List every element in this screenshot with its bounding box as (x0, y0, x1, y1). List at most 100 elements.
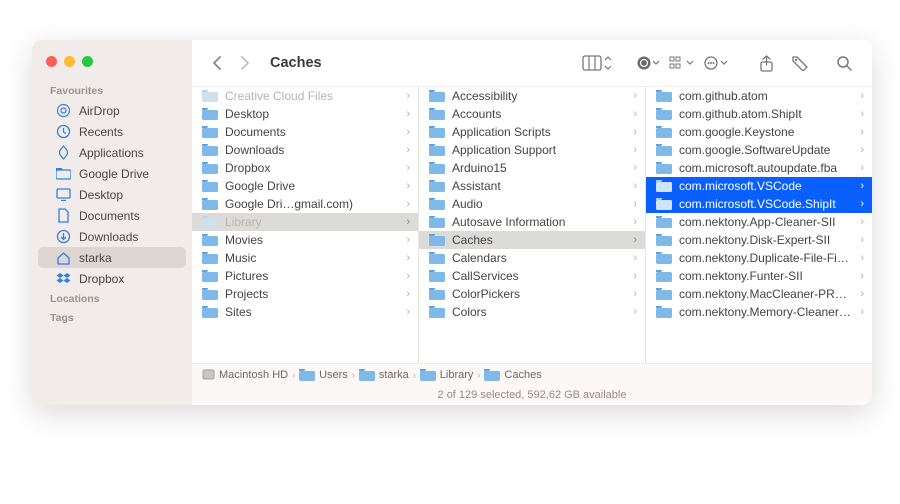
folder-row[interactable]: Pictures› (192, 267, 418, 285)
folder-label: com.google.Keystone (679, 125, 853, 139)
folder-row[interactable]: Downloads› (192, 141, 418, 159)
sidebar: FavouritesAirDropRecentsApplicationsGoog… (32, 40, 192, 405)
folder-row[interactable]: com.nektony.App-Cleaner-SII› (646, 213, 872, 231)
folder-row[interactable]: ColorPickers› (419, 285, 645, 303)
share-button[interactable] (752, 51, 780, 75)
sidebar-item-label: starka (79, 251, 112, 265)
sidebar-item[interactable]: Documents (38, 205, 186, 226)
sidebar-item[interactable]: Downloads (38, 226, 186, 247)
folder-label: Creative Cloud Files (225, 89, 399, 103)
folder-row[interactable]: Audio › (419, 195, 645, 213)
chevron-right-icon: › (633, 90, 637, 102)
folder-row[interactable]: com.nektony.Disk-Expert-SII› (646, 231, 872, 249)
maximize-button[interactable] (82, 56, 93, 67)
chevron-right-icon: › (477, 370, 480, 380)
folder-row[interactable]: Movies› (192, 231, 418, 249)
folder-row[interactable]: CallServices› (419, 267, 645, 285)
chevron-right-icon: › (633, 126, 637, 138)
sidebar-item[interactable]: Recents (38, 121, 186, 142)
download-icon (56, 229, 71, 244)
folder-row[interactable]: Caches› (419, 231, 645, 249)
path-bar[interactable]: Macintosh HD›Users›starka›Library›Caches (192, 363, 872, 385)
path-segment[interactable]: Library (420, 369, 474, 381)
folder-row[interactable]: Desktop› (192, 105, 418, 123)
sidebar-section-label: Locations (32, 289, 192, 308)
sidebar-item[interactable]: AirDrop (38, 100, 186, 121)
chevron-right-icon: › (292, 370, 295, 380)
folder-row[interactable]: Application Support› (419, 141, 645, 159)
sidebar-section-label: Tags (32, 308, 192, 327)
folder-row[interactable]: Accessibility› (419, 87, 645, 105)
folder-row[interactable]: Autosave Information› (419, 213, 645, 231)
folder-row[interactable]: com.nektony.Memory-Cleaner-SII› (646, 303, 872, 321)
path-label: Library (440, 369, 474, 381)
column[interactable]: Creative Cloud Files›Desktop›Documents›D… (192, 87, 419, 363)
folder-label: Colors (452, 305, 626, 319)
path-segment[interactable]: Users (299, 369, 348, 381)
folder-label: Arduino15 (452, 161, 626, 175)
folder-row[interactable]: Assistant› (419, 177, 645, 195)
folder-label: com.microsoft.autoupdate.fba (679, 161, 853, 175)
sidebar-item-label: AirDrop (79, 104, 120, 118)
doc-icon (56, 208, 71, 223)
path-label: Macintosh HD (219, 369, 288, 381)
sidebar-item[interactable]: Google Drive (38, 163, 186, 184)
sidebar-item[interactable]: Desktop (38, 184, 186, 205)
sidebar-item[interactable]: starka (38, 247, 186, 268)
forward-button[interactable] (234, 52, 256, 74)
folder-row[interactable]: com.nektony.Duplicate-File-Finder-SII› (646, 249, 872, 267)
folder-row[interactable]: com.microsoft.VSCode.ShipIt› (646, 195, 872, 213)
folder-row[interactable]: Projects› (192, 285, 418, 303)
search-button[interactable] (830, 51, 858, 75)
chevron-right-icon: › (860, 252, 864, 264)
arrange-button[interactable] (668, 51, 696, 75)
folder-row[interactable]: com.github.atom› (646, 87, 872, 105)
folder-row[interactable]: com.google.Keystone› (646, 123, 872, 141)
folder-row[interactable]: com.nektony.MacCleaner-PRO-SII› (646, 285, 872, 303)
chevron-right-icon: › (633, 180, 637, 192)
group-button[interactable] (634, 51, 662, 75)
chevron-right-icon: › (633, 198, 637, 210)
folder-row[interactable]: Google Drive› (192, 177, 418, 195)
folder-row[interactable]: com.microsoft.VSCode› (646, 177, 872, 195)
folder-label: Application Scripts (452, 125, 626, 139)
folder-row[interactable]: com.nektony.Funter-SII› (646, 267, 872, 285)
home-icon (56, 250, 71, 265)
folder-row[interactable]: Music› (192, 249, 418, 267)
sidebar-item[interactable]: Dropbox (38, 268, 186, 289)
folder-row[interactable]: Library› (192, 213, 418, 231)
folder-label: Desktop (225, 107, 399, 121)
folder-row[interactable]: Calendars› (419, 249, 645, 267)
folder-row[interactable]: Arduino15› (419, 159, 645, 177)
minimize-button[interactable] (64, 56, 75, 67)
folder-row[interactable]: com.github.atom.ShipIt› (646, 105, 872, 123)
folder-row[interactable]: Colors› (419, 303, 645, 321)
folder-row[interactable]: com.microsoft.autoupdate.fba› (646, 159, 872, 177)
folder-row[interactable]: Sites› (192, 303, 418, 321)
path-segment[interactable]: Caches (484, 369, 541, 381)
back-button[interactable] (206, 52, 228, 74)
folder-row[interactable]: com.google.SoftwareUpdate› (646, 141, 872, 159)
folder-row[interactable]: Google Dri…gmail.com)› (192, 195, 418, 213)
tags-button[interactable] (786, 51, 814, 75)
column-view: Creative Cloud Files›Desktop›Documents›D… (192, 86, 872, 363)
folder-row[interactable]: Documents› (192, 123, 418, 141)
action-button[interactable] (702, 51, 730, 75)
folder-row[interactable]: Dropbox› (192, 159, 418, 177)
column[interactable]: com.github.atom›com.github.atom.ShipIt›c… (646, 87, 872, 363)
folder-row[interactable]: Application Scripts › (419, 123, 645, 141)
chevron-right-icon: › (633, 252, 637, 264)
folder-label: Dropbox (225, 161, 399, 175)
path-segment[interactable]: starka (359, 369, 409, 381)
close-button[interactable] (46, 56, 57, 67)
chevron-right-icon: › (860, 306, 864, 318)
column[interactable]: Accessibility›Accounts›Application Scrip… (419, 87, 646, 363)
folder-label: Audio (452, 197, 626, 211)
chevron-right-icon: › (406, 198, 410, 210)
folder-row[interactable]: Creative Cloud Files› (192, 87, 418, 105)
sidebar-item[interactable]: Applications (38, 142, 186, 163)
folder-label: com.github.atom (679, 89, 853, 103)
path-segment[interactable]: Macintosh HD (202, 368, 288, 381)
folder-row[interactable]: Accounts› (419, 105, 645, 123)
view-switcher[interactable] (582, 55, 612, 71)
